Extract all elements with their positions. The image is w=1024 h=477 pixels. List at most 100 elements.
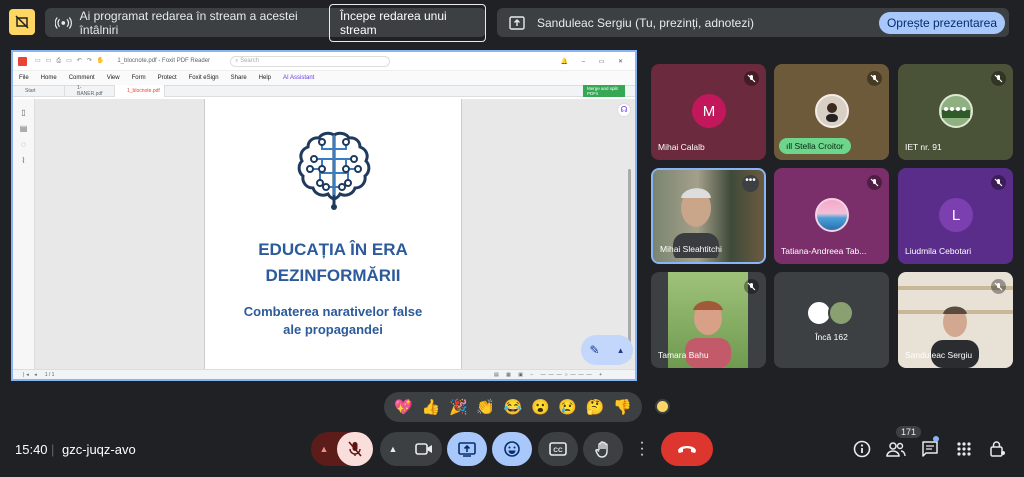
mic-off-icon	[991, 279, 1006, 294]
unread-dot	[933, 436, 939, 442]
menu-home[interactable]: Home	[41, 75, 57, 81]
reaction-sad[interactable]: 😢	[558, 398, 577, 416]
participant-tile-sanduleac-sergiu[interactable]: Sanduleac Sergiu	[898, 272, 1013, 368]
search-placeholder: Search	[240, 58, 260, 64]
page-indicator[interactable]: 1 / 1	[45, 372, 55, 378]
mic-off-icon	[867, 71, 882, 86]
participant-tile-tatiana-andreea[interactable]: Tatiana-Andreea Tab...	[774, 168, 889, 264]
window-controls[interactable]: 🔔 – ▭ ✕	[560, 58, 629, 65]
quick-access-icons: ▭▭⎙▭↶↷✋	[35, 58, 110, 64]
participant-tile-liudmila-cebotari[interactable]: L Liudmila Cebotari	[898, 168, 1013, 264]
ai-headset-icon[interactable]: ☊	[617, 103, 631, 117]
zoom-controls[interactable]: ▤ ▦ ▣ − ———○——— +	[494, 372, 605, 378]
menu-share[interactable]: Share	[231, 75, 247, 81]
camera-toggle-button[interactable]	[406, 432, 442, 466]
chat-icon	[922, 441, 938, 457]
brain-circuit-icon	[297, 131, 371, 210]
participant-tile-stella-croitor[interactable]: ıll Stella Croitor	[774, 64, 889, 160]
mic-off-icon	[991, 175, 1006, 190]
raise-hand-button[interactable]	[583, 432, 623, 466]
more-participants-label: Încă 162	[815, 332, 848, 342]
reaction-clap[interactable]: 👏	[476, 398, 495, 416]
mic-off-icon	[867, 175, 882, 190]
participant-name: Sanduleac Sergiu	[905, 350, 973, 360]
more-options-icon[interactable]: •••	[742, 175, 759, 192]
participant-tile-iet-91[interactable]: IET nr. 91	[898, 64, 1013, 160]
left-panel: ▯ ▤ ◌ ⌇	[13, 99, 35, 369]
reaction-laugh[interactable]: 😂	[504, 398, 523, 416]
reactions-button[interactable]	[492, 432, 532, 466]
stop-presenting-button[interactable]: Oprește prezentarea	[878, 11, 1005, 34]
start-stream-button[interactable]: Începe redarea unui stream	[328, 3, 486, 42]
menu-form[interactable]: Form	[132, 75, 146, 81]
more-vert-icon: · · ·	[639, 434, 645, 463]
reaction-thumbs-down[interactable]: 👎	[613, 398, 632, 416]
people-button[interactable]	[884, 437, 908, 461]
avatar: M	[692, 94, 726, 128]
document-title-line1: EDUCAȚIA ÎN ERA	[258, 240, 408, 259]
lock-person-icon	[990, 441, 1005, 457]
speaking-indicator-icon: ıll	[786, 141, 795, 151]
avatar	[939, 94, 973, 128]
foxit-titlebar: ▭▭⎙▭↶↷✋ 1_blocnote.pdf - Foxit PDF Reade…	[13, 52, 635, 71]
reaction-party[interactable]: 🎉	[449, 398, 468, 416]
skin-tone-button[interactable]	[655, 399, 670, 414]
presenter-text: Sanduleac Sergiu (Tu, prezinți, adnotezi…	[537, 15, 755, 30]
reaction-thinking[interactable]: 🤔	[586, 398, 605, 416]
menu-file[interactable]: File	[19, 75, 29, 81]
participant-name: Tamara Bahu	[658, 350, 709, 360]
people-icon	[886, 442, 906, 457]
participant-tile-mihai-sleahtitchi[interactable]: ••• Mihai Sleahtitchi	[651, 168, 766, 264]
participant-tile-more[interactable]: Încă 162	[774, 272, 889, 368]
document-title-line2: DEZINFORMĂRII	[265, 266, 401, 285]
activities-button[interactable]	[952, 437, 976, 461]
merge-promo[interactable]: Merge and split PDFs	[583, 85, 625, 97]
scrollbar[interactable]	[628, 169, 631, 359]
page-nav-icons[interactable]: |◂ ◂	[23, 372, 39, 378]
menu-comment[interactable]: Comment	[69, 75, 95, 81]
mic-options-chevron-icon[interactable]: ▲	[311, 432, 337, 466]
meeting-info-button[interactable]	[850, 437, 874, 461]
present-button[interactable]	[447, 432, 487, 466]
menu-ai-assistant[interactable]: AI Assistant	[283, 75, 314, 81]
avatar	[828, 300, 854, 326]
participant-name: Mihai Sleahtitchi	[660, 244, 722, 254]
more-options-button[interactable]: · · ·	[628, 432, 656, 466]
foxit-menu: File Home Comment View Form Protect Foxi…	[13, 71, 635, 85]
menu-help[interactable]: Help	[259, 75, 271, 81]
apps-grid-icon	[957, 442, 971, 456]
hang-up-icon	[678, 446, 696, 453]
panel-icons[interactable]: ▯ ▤ ◌ ⌇	[13, 99, 34, 169]
document-subtitle-line2: ale propagandei	[283, 322, 383, 337]
foxit-statusbar: |◂ ◂ 1 / 1 ▤ ▦ ▣ − ———○——— +	[13, 369, 635, 379]
tab-baner[interactable]: 1-BANER.pdf	[65, 85, 115, 97]
pdf-search-box[interactable]: ⌕ Search	[230, 55, 391, 67]
mic-off-icon	[348, 441, 362, 457]
host-controls-button[interactable]	[986, 437, 1010, 461]
captions-button[interactable]: CC	[538, 432, 578, 466]
presenting-banner: Sanduleac Sergiu (Tu, prezinți, adnotezi…	[497, 8, 1009, 37]
camera-options-chevron-icon[interactable]: ▲	[380, 432, 406, 466]
participant-tile-tamara-bahu[interactable]: Tamara Bahu	[651, 272, 766, 368]
menu-foxit-esign[interactable]: Foxit eSign	[189, 75, 219, 81]
reaction-heart[interactable]: 💖	[394, 398, 413, 416]
reaction-thumbs-up[interactable]: 👍	[422, 398, 441, 416]
hand-icon	[595, 440, 608, 458]
avatar	[815, 198, 849, 232]
tab-start[interactable]: Start	[13, 85, 65, 97]
present-screen-icon	[509, 15, 525, 30]
annotation-tools-button[interactable]: ✎ ▲	[581, 335, 633, 365]
participant-name: Tatiana-Andreea Tab...	[781, 246, 867, 256]
document-title: EDUCAȚIA ÎN ERA DEZINFORMĂRII	[205, 237, 461, 289]
tab-blocnote[interactable]: 1_blocnote.pdf	[115, 85, 165, 97]
menu-view[interactable]: View	[107, 75, 120, 81]
leave-call-button[interactable]	[661, 432, 713, 466]
reaction-surprised[interactable]: 😮	[531, 398, 550, 416]
captions-off-button[interactable]	[9, 9, 35, 35]
avatar: L	[939, 198, 973, 232]
document-subtitle-line1: Combaterea narativelor false	[243, 304, 423, 319]
menu-protect[interactable]: Protect	[158, 75, 177, 81]
clock: 15:40	[15, 442, 48, 457]
participant-tile-mihai-calalb[interactable]: M Mihai Calalb	[651, 64, 766, 160]
mic-toggle-button[interactable]	[337, 432, 373, 466]
